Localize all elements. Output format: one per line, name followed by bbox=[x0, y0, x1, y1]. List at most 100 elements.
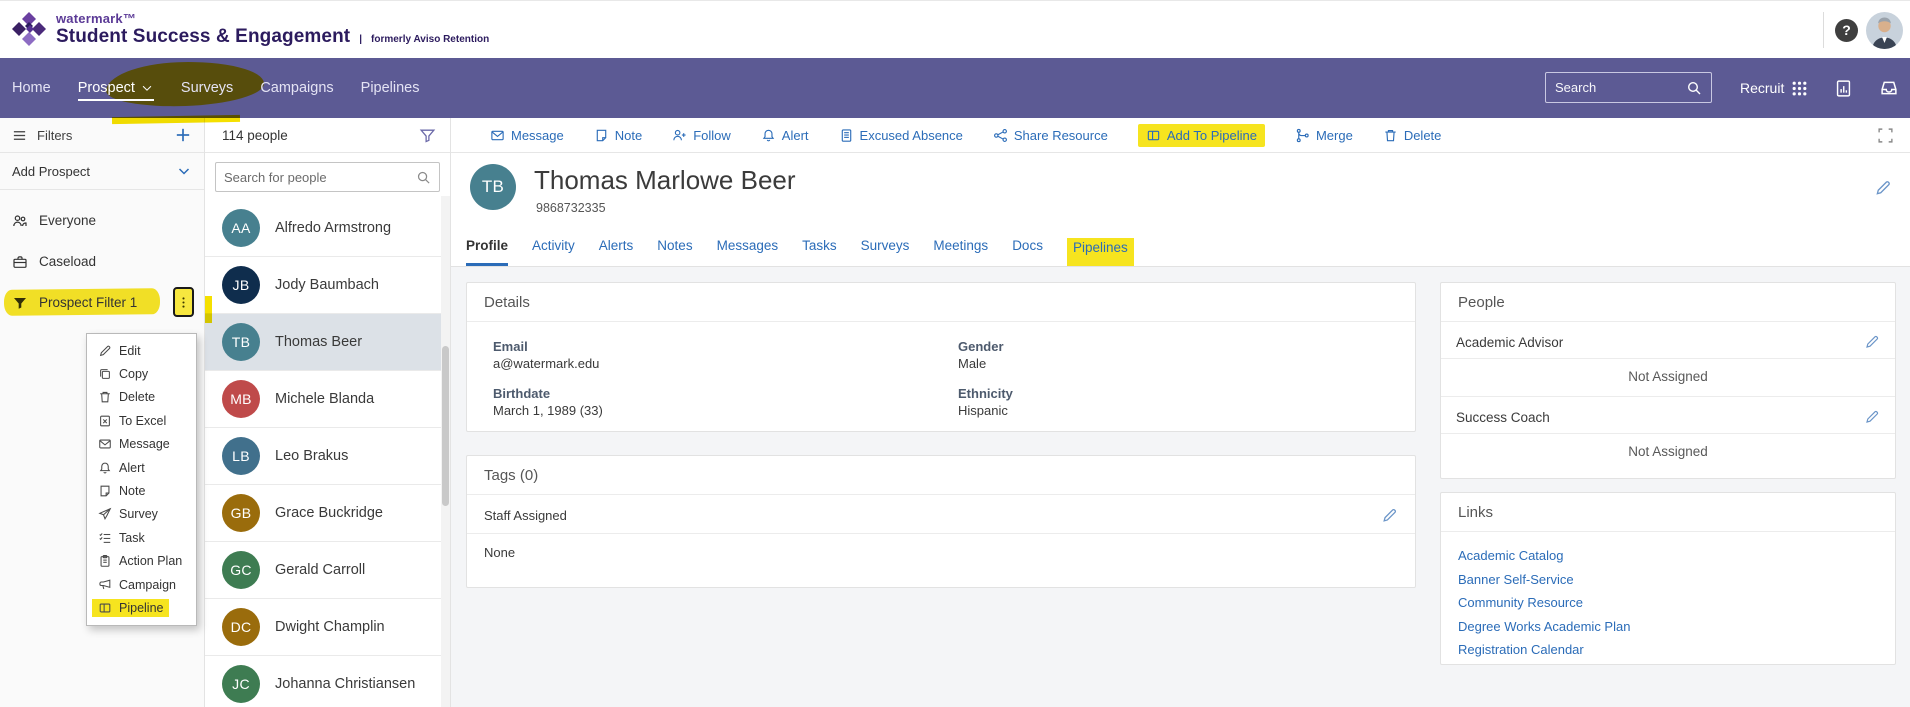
nav-item-pipelines[interactable]: Pipelines bbox=[361, 80, 420, 96]
add-prospect-button[interactable]: Add Prospect bbox=[0, 153, 204, 190]
nav-item-campaigns[interactable]: Campaigns bbox=[260, 80, 333, 96]
briefcase-icon bbox=[13, 255, 27, 268]
person-name: Michele Blanda bbox=[275, 391, 375, 407]
top-bar: watermark™ Student Success & Engagement … bbox=[0, 0, 1910, 58]
people-search-box[interactable] bbox=[215, 162, 440, 192]
sidebar-item-prospect-filter-1[interactable]: Prospect Filter 1 bbox=[0, 282, 204, 323]
menu-item-edit[interactable]: Edit bbox=[87, 339, 196, 362]
global-search-input[interactable] bbox=[1555, 80, 1686, 95]
person-row-dwight-champlin[interactable]: DC Dwight Champlin bbox=[205, 599, 450, 656]
tab-pipelines[interactable]: Pipelines bbox=[1066, 238, 1134, 266]
sidebar-item-everyone[interactable]: Everyone bbox=[0, 200, 204, 241]
pencil-icon[interactable] bbox=[1864, 409, 1880, 425]
share-icon bbox=[993, 128, 1007, 142]
nav-item-surveys[interactable]: Surveys bbox=[181, 80, 233, 96]
funnel-outline-icon[interactable] bbox=[419, 127, 436, 144]
tab-meetings[interactable]: Meetings bbox=[933, 238, 988, 266]
nav-item-home[interactable]: Home bbox=[12, 80, 51, 96]
field-value: Male bbox=[958, 356, 987, 371]
people-icon bbox=[13, 214, 27, 226]
menu-item-alert[interactable]: Alert bbox=[87, 456, 196, 479]
menu-item-copy[interactable]: Copy bbox=[87, 362, 196, 385]
toolbar-button-label: Alert bbox=[781, 127, 809, 143]
filter-more-options-button[interactable] bbox=[173, 287, 194, 317]
tab-notes[interactable]: Notes bbox=[657, 238, 692, 266]
menu-item-action-plan[interactable]: Action Plan bbox=[87, 550, 196, 573]
fullscreen-icon[interactable] bbox=[1877, 127, 1894, 144]
person-row-jody-baumbach[interactable]: JB Jody Baumbach bbox=[205, 257, 450, 314]
link-registration-calendar[interactable]: Registration Calendar bbox=[1458, 638, 1878, 662]
global-search-box[interactable] bbox=[1545, 72, 1712, 103]
toolbar-delete-button[interactable]: Delete bbox=[1383, 128, 1441, 143]
toolbar-excused-absence-button[interactable]: Excused Absence bbox=[839, 128, 963, 143]
toolbar-alert-button[interactable]: Alert bbox=[761, 128, 809, 143]
nav-item-prospect[interactable]: Prospect bbox=[77, 80, 154, 101]
people-list-scrollbar[interactable] bbox=[441, 196, 450, 707]
report-icon[interactable] bbox=[1834, 79, 1853, 98]
tab-profile[interactable]: Profile bbox=[466, 238, 509, 266]
details-column-left: Email a@watermark.edu Birthdate March 1, 19… bbox=[493, 339, 958, 433]
detail-field-gender: Gender Male bbox=[958, 339, 1389, 371]
toolbar-button-label: Follow bbox=[693, 127, 731, 143]
chevron-down-icon bbox=[178, 168, 190, 175]
bell-icon bbox=[99, 462, 111, 474]
pencil-icon[interactable] bbox=[1381, 507, 1398, 524]
link-community-resource[interactable]: Community Resource bbox=[1458, 591, 1878, 615]
role-academic-advisor: Academic Advisor Not Assigned bbox=[1441, 322, 1895, 397]
menu-item-task[interactable]: Task bbox=[87, 526, 196, 549]
person-row-johanna-christiansen[interactable]: JC Johanna Christiansen bbox=[205, 656, 450, 707]
tab-messages[interactable]: Messages bbox=[717, 238, 779, 266]
field-value: March 1, 1989 (33) bbox=[493, 403, 603, 418]
menu-item-note[interactable]: Note bbox=[87, 479, 196, 502]
toolbar-follow-button[interactable]: Follow bbox=[672, 128, 731, 143]
person-row-alfredo-armstrong[interactable]: AA Alfredo Armstrong bbox=[205, 200, 450, 257]
person-name: Grace Buckridge bbox=[275, 505, 383, 521]
tab-tasks[interactable]: Tasks bbox=[802, 238, 837, 266]
toolbar-share-resource-button[interactable]: Share Resource bbox=[993, 128, 1108, 143]
tab-surveys[interactable]: Surveys bbox=[861, 238, 910, 266]
person-row-michele-blanda[interactable]: MB Michele Blanda bbox=[205, 371, 450, 428]
toolbar-note-button[interactable]: Note bbox=[594, 128, 642, 143]
menu-item-label: Action Plan bbox=[119, 554, 183, 569]
menu-item-message[interactable]: Message bbox=[87, 433, 196, 456]
person-avatar: AA bbox=[222, 209, 260, 247]
clipboard-icon bbox=[100, 555, 110, 567]
tab-activity[interactable]: Activity bbox=[532, 238, 575, 266]
people-title: People bbox=[1441, 283, 1895, 322]
menu-item-to-excel[interactable]: To Excel bbox=[87, 409, 196, 432]
person-row-gerald-carroll[interactable]: GC Gerald Carroll bbox=[205, 542, 450, 599]
tab-alerts[interactable]: Alerts bbox=[599, 238, 634, 266]
pencil-icon[interactable] bbox=[1864, 334, 1880, 350]
person-row-leo-brakus[interactable]: LB Leo Brakus bbox=[205, 428, 450, 485]
menu-item-label: Alert bbox=[119, 460, 145, 475]
help-icon[interactable]: ? bbox=[1835, 19, 1858, 42]
person-row-grace-buckridge[interactable]: GB Grace Buckridge bbox=[205, 485, 450, 542]
field-label: Birthdate bbox=[493, 386, 551, 401]
menu-item-label: Task bbox=[119, 530, 145, 545]
pencil-icon bbox=[99, 345, 111, 356]
toolbar-merge-button[interactable]: Merge bbox=[1295, 128, 1353, 143]
link-academic-catalog[interactable]: Academic Catalog bbox=[1458, 544, 1878, 568]
menu-item-pipeline[interactable]: Pipeline bbox=[87, 596, 196, 619]
scrollbar-thumb[interactable] bbox=[442, 346, 449, 506]
hamburger-icon[interactable] bbox=[12, 128, 27, 143]
recruit-launcher[interactable]: Recruit bbox=[1740, 80, 1808, 97]
person-row-thomas-beer[interactable]: TB Thomas Beer bbox=[205, 314, 450, 371]
menu-item-survey[interactable]: Survey bbox=[87, 503, 196, 526]
details-title: Details bbox=[467, 283, 1415, 322]
sidebar-item-caseload[interactable]: Caseload bbox=[0, 241, 204, 282]
people-search-input[interactable] bbox=[224, 169, 416, 185]
app-window: watermark™ Student Success & Engagement … bbox=[0, 0, 1910, 707]
toolbar-message-button[interactable]: Message bbox=[490, 128, 564, 143]
tab-docs[interactable]: Docs bbox=[1012, 238, 1043, 266]
inbox-icon[interactable] bbox=[1879, 78, 1899, 98]
pencil-icon[interactable] bbox=[1874, 179, 1892, 197]
user-avatar[interactable] bbox=[1866, 12, 1903, 49]
menu-item-delete[interactable]: Delete bbox=[87, 386, 196, 409]
menu-item-campaign[interactable]: Campaign bbox=[87, 573, 196, 596]
link-degree-works-academic-plan[interactable]: Degree Works Academic Plan bbox=[1458, 615, 1878, 639]
menu-item-label: Message bbox=[119, 437, 170, 452]
toolbar-add-to-pipeline-button[interactable]: Add To Pipeline bbox=[1137, 123, 1265, 147]
link-banner-self-service[interactable]: Banner Self-Service bbox=[1458, 568, 1878, 592]
plus-icon[interactable] bbox=[174, 126, 192, 144]
